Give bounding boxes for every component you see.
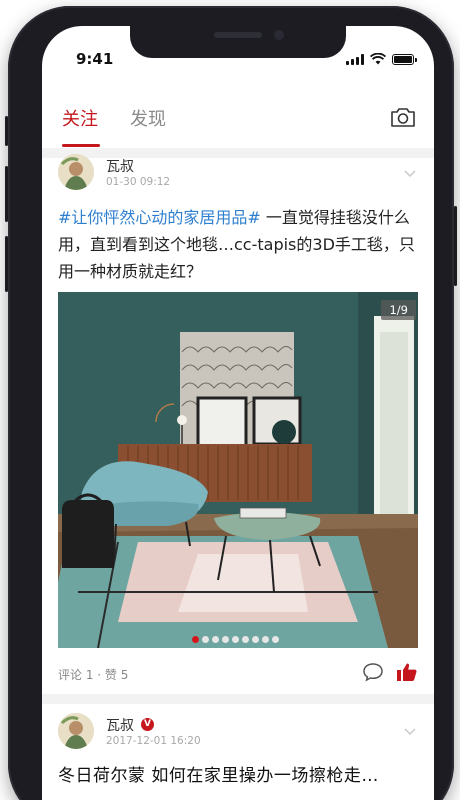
- notch: [130, 26, 346, 58]
- cellular-signal-icon: [346, 53, 364, 65]
- avatar[interactable]: [58, 154, 94, 190]
- tab-discover[interactable]: 发现: [130, 105, 166, 131]
- carousel-dot[interactable]: [242, 636, 249, 643]
- author-name[interactable]: 瓦叔: [106, 715, 134, 735]
- power-button: [454, 206, 457, 286]
- phone-frame: 9:41 关注 发现 瓦叔 01-30 09:12 #让你怦然心动的家居用品# …: [5, 6, 457, 800]
- post-body[interactable]: #让你怦然心动的家居用品# 一直觉得挂毯没什么用，直到看到这个地毯…cc-tap…: [58, 204, 418, 285]
- comment-icon[interactable]: [362, 662, 384, 682]
- mute-switch: [5, 116, 8, 146]
- article-title[interactable]: 冬日荷尔蒙 如何在家里操办一场擦枪走…: [58, 761, 379, 786]
- volume-down-button: [5, 236, 8, 292]
- avatar[interactable]: [58, 713, 94, 749]
- active-tab-indicator: [62, 144, 100, 147]
- wifi-icon: [370, 53, 386, 65]
- verified-icon: V: [141, 718, 154, 731]
- topic-link[interactable]: #让你怦然心动的家居用品#: [58, 208, 261, 227]
- status-icons: [346, 53, 417, 65]
- chevron-down-icon[interactable]: [404, 170, 416, 178]
- carousel-dot[interactable]: [272, 636, 279, 643]
- battery-icon: [392, 53, 417, 65]
- chevron-down-icon[interactable]: [404, 728, 416, 736]
- post-time: 2017-12-01 16:20: [106, 735, 201, 747]
- carousel-dot[interactable]: [252, 636, 259, 643]
- feed-tab-bar: 关注 发现: [42, 92, 434, 146]
- tab-following[interactable]: 关注: [62, 105, 98, 131]
- image-counter: 1/9: [381, 300, 416, 320]
- carousel-dot[interactable]: [222, 636, 229, 643]
- carousel-dot[interactable]: [232, 636, 239, 643]
- section-divider: [42, 694, 434, 704]
- carousel-dot[interactable]: [212, 636, 219, 643]
- phone-screen: 9:41 关注 发现 瓦叔 01-30 09:12 #让你怦然心动的家居用品# …: [42, 26, 434, 800]
- section-divider: [42, 148, 434, 158]
- post-image[interactable]: 1/9: [58, 292, 418, 648]
- carousel-dot[interactable]: [202, 636, 209, 643]
- living-room-photo: [58, 292, 418, 648]
- post-stats: 评论 1 · 赞 5: [58, 668, 129, 682]
- carousel-dot[interactable]: [192, 636, 199, 643]
- thumbs-up-icon[interactable]: [396, 662, 418, 682]
- volume-up-button: [5, 166, 8, 222]
- carousel-pagination[interactable]: [192, 636, 279, 643]
- post-time: 01-30 09:12: [106, 176, 171, 188]
- author-name[interactable]: 瓦叔: [106, 156, 134, 176]
- status-time: 9:41: [76, 50, 114, 68]
- camera-icon[interactable]: [390, 106, 416, 128]
- carousel-dot[interactable]: [262, 636, 269, 643]
